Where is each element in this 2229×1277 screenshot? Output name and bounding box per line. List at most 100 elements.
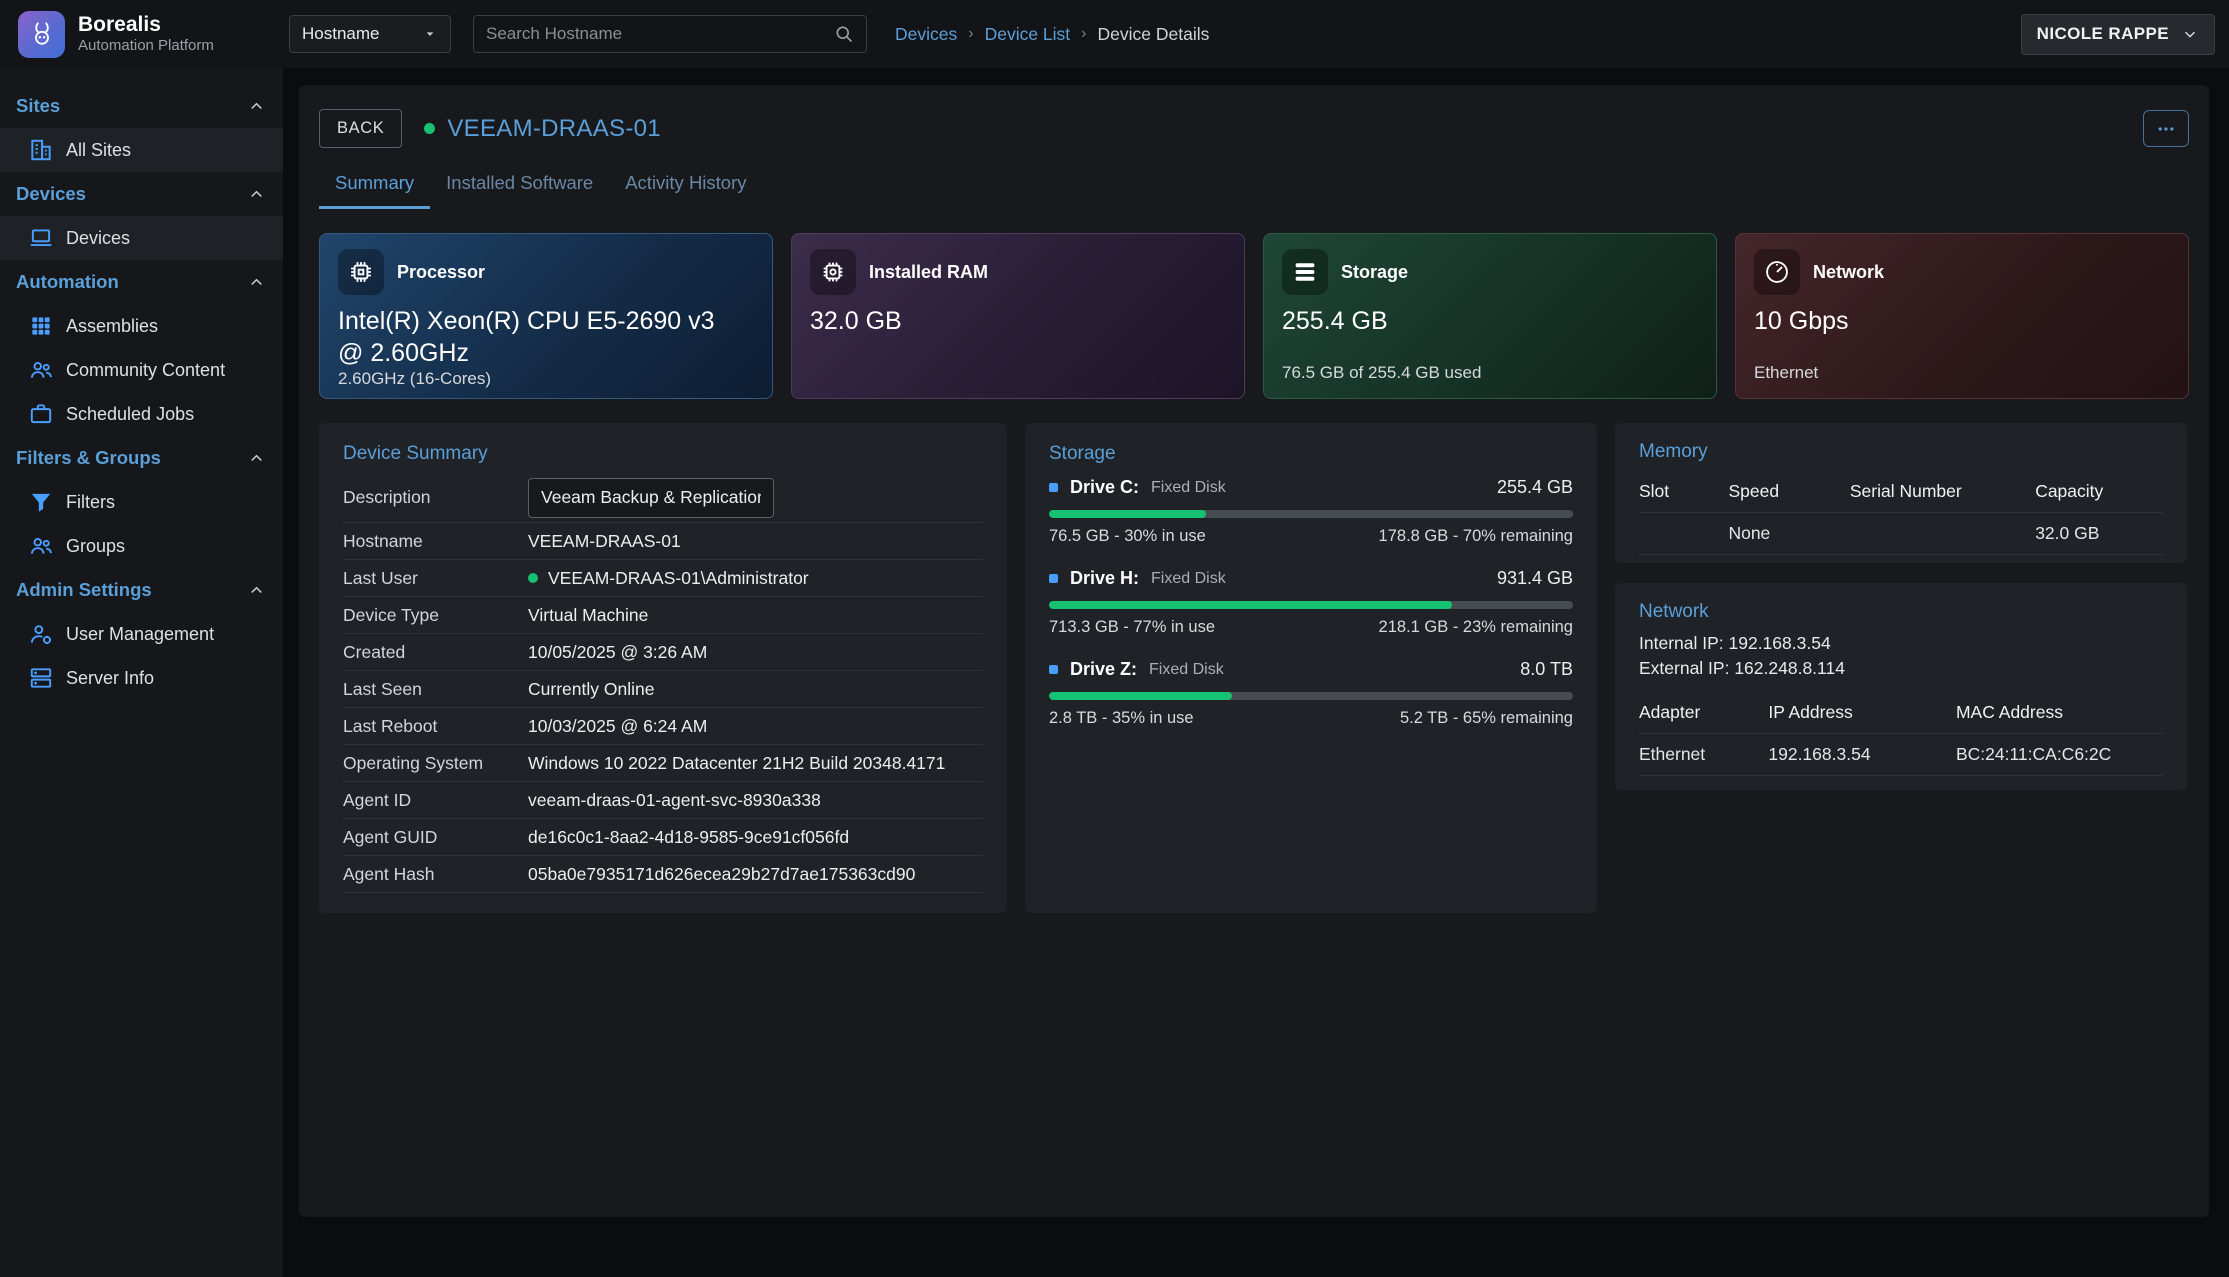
chevron-up-icon [247,185,266,204]
drive-usage-fill [1049,510,1206,518]
detail-panels-row: Device Summary Description Hostname VEEA… [319,423,2189,913]
chevron-down-icon [2181,25,2199,43]
column-header: MAC Address [1956,692,2163,733]
drive-remaining-text: 218.1 GB - 23% remaining [1379,618,1573,637]
summary-row-created: Created 10/05/2025 @ 3:26 AM [343,634,983,671]
sidebar-section-sites[interactable]: Sites [0,84,283,128]
drive-used-text: 76.5 GB - 30% in use [1049,527,1206,546]
people-icon [28,533,54,559]
sidebar-item-label: Community Content [66,360,225,381]
sidebar-section-devices[interactable]: Devices [0,172,283,216]
drive-bullet-icon [1049,665,1058,674]
summary-row-device-type: Device Type Virtual Machine [343,597,983,634]
drive-row-z: Drive Z: Fixed Disk 8.0 TB 2.8 TB - 35% … [1049,659,1573,728]
device-details-container: BACK VEEAM-DRAAS-01 Summary Installed So… [299,85,2209,1217]
grid-icon [28,313,54,339]
card-value: Intel(R) Xeon(R) CPU E5-2690 v3 @ 2.60GH… [338,305,721,369]
search-input[interactable] [486,24,834,44]
brand-subtitle: Automation Platform [78,37,214,54]
breadcrumb-device-list[interactable]: Device List [985,24,1071,45]
sidebar-section-filters-groups[interactable]: Filters & Groups [0,436,283,480]
drive-row-c: Drive C: Fixed Disk 255.4 GB 76.5 GB - 3… [1049,477,1573,546]
drive-usage-fill [1049,601,1452,609]
building-icon [28,137,54,163]
panel-title: Network [1639,601,2163,623]
user-menu-button[interactable]: NICOLE RAPPE [2021,14,2215,55]
field-label: Created [343,642,528,663]
sidebar-item-devices[interactable]: Devices [0,216,283,260]
drive-type: Fixed Disk [1151,570,1226,588]
sidebar-section-automation[interactable]: Automation [0,260,283,304]
field-label: Agent GUID [343,827,528,848]
drive-bullet-icon [1049,483,1058,492]
sidebar-item-user-management[interactable]: User Management [0,612,283,656]
summary-row-hostname: Hostname VEEAM-DRAAS-01 [343,523,983,560]
storage-panel: Storage Drive C: Fixed Disk 255.4 GB [1025,423,1597,913]
card-subtitle: 2.60GHz (16-Cores) [338,369,754,389]
field-label: Operating System [343,753,528,774]
sidebar-item-assemblies[interactable]: Assemblies [0,304,283,348]
page-header: BACK VEEAM-DRAAS-01 [319,109,2189,148]
column-header: Adapter [1639,692,1768,733]
field-label: Description [343,487,528,508]
network-panel: Network Internal IP: 192.168.3.54 Extern… [1615,583,2187,790]
card-title: Network [1813,262,1884,283]
description-input[interactable] [528,478,774,518]
search-icon [834,24,854,44]
chevron-up-icon [247,273,266,292]
right-column: Memory Slot Speed Serial Number Capacity… [1615,423,2187,913]
drive-name: Drive H: [1070,568,1139,589]
summary-row-last-seen: Last Seen Currently Online [343,671,983,708]
sidebar-item-scheduled-jobs[interactable]: Scheduled Jobs [0,392,283,436]
tab-summary[interactable]: Summary [319,162,430,209]
hostname-filter-dropdown[interactable]: Hostname [289,15,451,53]
adapter-name: Ethernet [1639,734,1768,775]
memory-capacity: 32.0 GB [2035,513,2163,554]
sidebar-item-server-info[interactable]: Server Info [0,656,283,700]
adapter-mac: BC:24:11:CA:C6:2C [1956,734,2163,775]
filter-icon [28,489,54,515]
sidebar-item-groups[interactable]: Groups [0,524,283,568]
briefcase-icon [28,401,54,427]
tab-installed-software[interactable]: Installed Software [430,162,609,209]
card-subtitle [810,363,1226,383]
sidebar-item-label: Scheduled Jobs [66,404,194,425]
summary-row-description: Description [343,473,983,523]
brand-name: Borealis [78,13,214,37]
breadcrumb-devices[interactable]: Devices [895,24,957,45]
sidebar-item-community-content[interactable]: Community Content [0,348,283,392]
disk-stack-icon [1282,249,1328,295]
network-card: Network 10 Gbps Ethernet [1735,233,2189,399]
field-label: Last Reboot [343,716,528,737]
laptop-icon [28,225,54,251]
sidebar-item-label: Devices [66,228,130,249]
sidebar-item-label: Server Info [66,668,154,689]
field-label: Device Type [343,605,528,626]
sidebar-item-filters[interactable]: Filters [0,480,283,524]
ellipsis-icon [2156,119,2176,139]
field-label: Agent ID [343,790,528,811]
installed-ram-card: Installed RAM 32.0 GB [791,233,1245,399]
chevron-up-icon [247,449,266,468]
memory-speed: None [1728,513,1849,554]
tab-activity-history[interactable]: Activity History [609,162,762,209]
card-title: Processor [397,262,485,283]
drive-type: Fixed Disk [1151,479,1226,497]
drive-usage-bar [1049,510,1573,518]
field-value: Currently Online [528,679,654,700]
sidebar-item-all-sites[interactable]: All Sites [0,128,283,172]
summary-row-agent-guid: Agent GUID de16c0c1-8aa2-4d18-9585-9ce91… [343,819,983,856]
card-subtitle: 76.5 GB of 255.4 GB used [1282,363,1698,383]
user-gear-icon [28,621,54,647]
summary-row-agent-id: Agent ID veeam-draas-01-agent-svc-8930a3… [343,782,983,819]
section-label: Devices [16,183,86,205]
field-label: Last Seen [343,679,528,700]
back-button[interactable]: BACK [319,109,402,148]
sidebar-section-admin-settings[interactable]: Admin Settings [0,568,283,612]
brand: Borealis Automation Platform [0,11,283,58]
column-header: Slot [1639,471,1728,512]
memory-slot [1639,524,1728,544]
more-actions-button[interactable] [2143,110,2189,147]
drive-usage-fill [1049,692,1232,700]
field-value: de16c0c1-8aa2-4d18-9585-9ce91cf056fd [528,827,849,848]
